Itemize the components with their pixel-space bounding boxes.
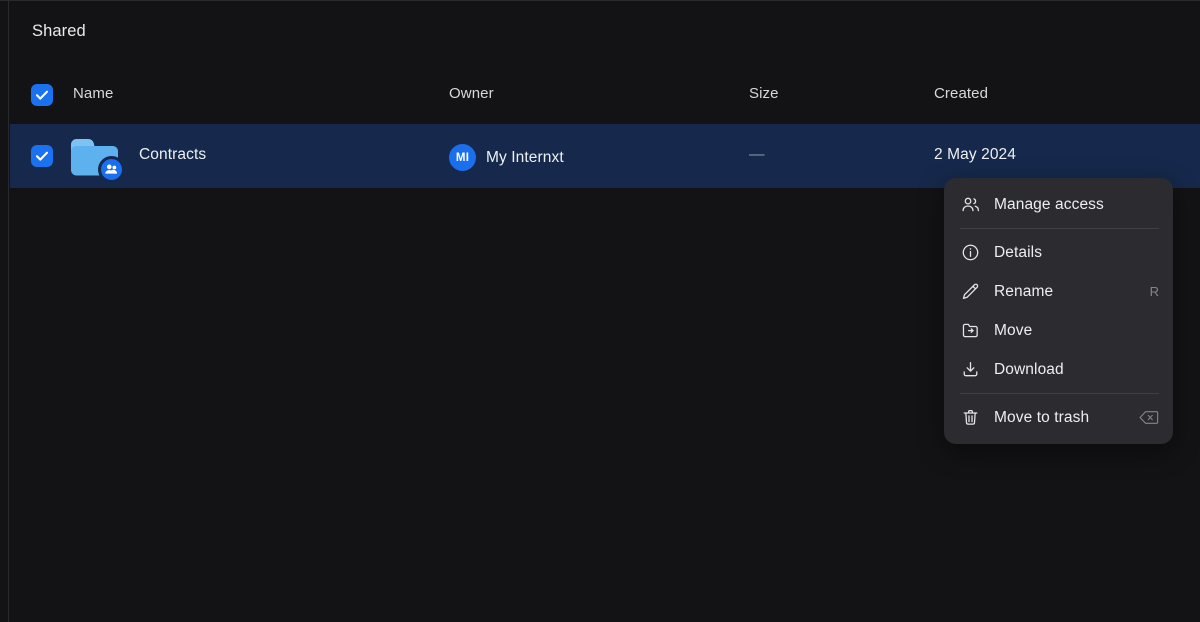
check-icon bbox=[35, 151, 49, 161]
page-title: Shared bbox=[32, 22, 86, 40]
column-header-created[interactable]: Created bbox=[934, 85, 988, 102]
menu-item-label: Move bbox=[994, 321, 1033, 339]
menu-item-label: Rename bbox=[994, 282, 1054, 300]
menu-item-manage-access[interactable]: Manage access bbox=[944, 185, 1173, 224]
select-all-checkbox[interactable] bbox=[31, 84, 53, 106]
row-file-name[interactable]: Contracts bbox=[139, 146, 206, 164]
menu-item-shortcut: R bbox=[1149, 284, 1159, 299]
drive-content-area: Shared Name Owner Size Created Contracts… bbox=[10, 2, 1200, 622]
sidebar-edge bbox=[0, 1, 9, 622]
context-menu[interactable]: Manage access Details Rename R Move Down… bbox=[944, 178, 1173, 444]
avatar: MI bbox=[449, 144, 476, 171]
checkbox-box bbox=[31, 84, 53, 106]
check-icon bbox=[35, 90, 49, 100]
download-icon bbox=[960, 359, 981, 380]
column-header-owner[interactable]: Owner bbox=[449, 85, 494, 102]
menu-item-label: Download bbox=[994, 360, 1064, 378]
users-icon bbox=[105, 164, 118, 174]
owner-name: My Internxt bbox=[486, 148, 564, 166]
row-created-date: 2 May 2024 bbox=[934, 146, 1016, 163]
menu-item-move-to-trash[interactable]: Move to trash bbox=[944, 398, 1173, 437]
menu-divider bbox=[960, 228, 1159, 229]
folder-arrow-icon bbox=[960, 320, 981, 341]
menu-item-label: Manage access bbox=[994, 195, 1104, 213]
app-window: Shared Name Owner Size Created Contracts… bbox=[0, 0, 1200, 622]
menu-item-rename[interactable]: Rename R bbox=[944, 272, 1173, 311]
pencil-icon bbox=[960, 281, 981, 302]
checkbox-box bbox=[31, 145, 53, 167]
menu-item-move[interactable]: Move bbox=[944, 311, 1173, 350]
row-size: — bbox=[749, 146, 765, 163]
backspace-key-icon bbox=[1139, 411, 1159, 424]
menu-item-label: Details bbox=[994, 243, 1043, 261]
menu-item-shortcut bbox=[1139, 410, 1159, 425]
column-header-name[interactable]: Name bbox=[73, 85, 113, 102]
menu-item-label: Move to trash bbox=[994, 408, 1090, 426]
trash-icon bbox=[960, 407, 981, 428]
table-header-row: Name Owner Size Created bbox=[10, 74, 1200, 116]
shared-badge bbox=[98, 156, 125, 183]
menu-divider bbox=[960, 393, 1159, 394]
shared-folder-icon bbox=[70, 138, 126, 183]
row-owner: MI My Internxt bbox=[449, 144, 564, 171]
menu-item-download[interactable]: Download bbox=[944, 350, 1173, 389]
menu-item-details[interactable]: Details bbox=[944, 233, 1173, 272]
info-circle-icon bbox=[960, 242, 981, 263]
users-icon bbox=[960, 194, 981, 215]
column-header-size[interactable]: Size bbox=[749, 85, 779, 102]
row-select-checkbox[interactable] bbox=[31, 145, 53, 167]
